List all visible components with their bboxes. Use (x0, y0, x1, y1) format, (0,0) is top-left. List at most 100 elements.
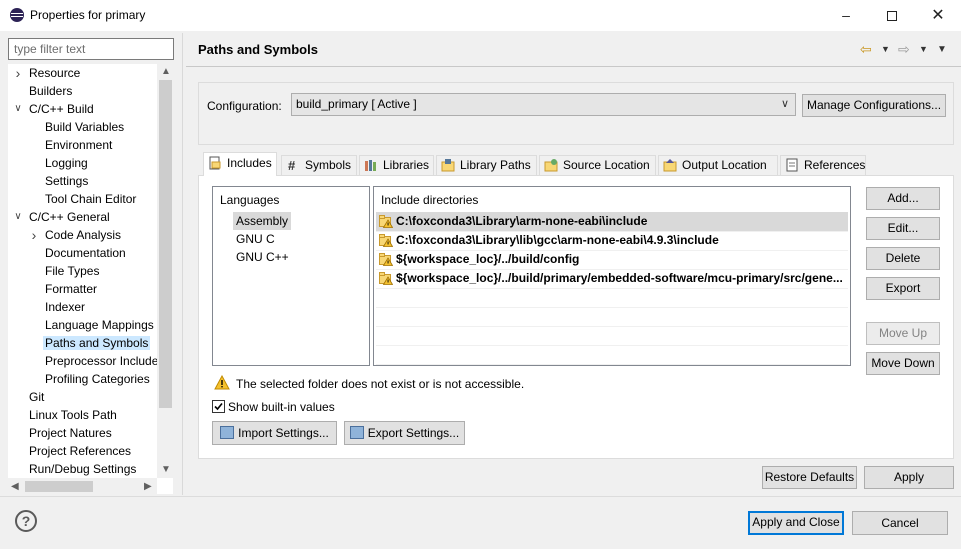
restore-defaults-button[interactable]: Restore Defaults (762, 466, 857, 489)
tree-item[interactable]: Indexer (45, 298, 85, 316)
tab-libraries[interactable]: Libraries (359, 155, 434, 175)
delete-button[interactable]: Delete (866, 247, 940, 270)
tree-item-label: Git (29, 390, 45, 404)
export-settings-button[interactable]: Export Settings... (344, 421, 465, 445)
chevron-right-icon[interactable]: › (13, 64, 23, 82)
tree-item[interactable]: Settings (45, 172, 88, 190)
tree-vertical-scroll-thumb[interactable] (159, 80, 172, 408)
configuration-combo[interactable]: build_primary [ Active ] ∨ (291, 93, 796, 116)
tab-library-paths[interactable]: Library Paths (436, 155, 537, 175)
tree-item-label: Builders (29, 84, 73, 98)
tab-source-location[interactable]: Source Location (539, 155, 656, 175)
scroll-up-icon[interactable]: ▲ (161, 66, 171, 77)
view-menu-icon[interactable]: ▼ (937, 44, 947, 55)
chevron-down-icon[interactable]: ∨ (13, 208, 23, 226)
tree-item-label: Logging (45, 156, 88, 170)
tree-item[interactable]: Tool Chain Editor (45, 190, 136, 208)
tree-item-label: Indexer (45, 300, 86, 314)
tree-item[interactable]: ∨ C/C++ General (14, 208, 109, 226)
folder-warning-icon (379, 233, 394, 247)
scroll-down-icon[interactable]: ▼ (161, 464, 171, 475)
pane-divider[interactable] (182, 33, 183, 495)
row-gridline (376, 326, 848, 327)
tree-item[interactable]: File Types (45, 262, 99, 280)
tree-item[interactable]: Build Variables (45, 118, 124, 136)
manage-configurations-button[interactable]: Manage Configurations... (802, 94, 946, 117)
tree-item[interactable]: Git (29, 388, 44, 406)
tree-item[interactable]: Language Mappings (45, 316, 154, 334)
cancel-button[interactable]: Cancel (852, 511, 948, 535)
tab-symbols[interactable]: # Symbols (281, 155, 357, 175)
show-builtin-checkbox[interactable] (212, 400, 225, 413)
tree-item-label: Documentation (45, 246, 126, 260)
language-item[interactable]: Assembly (233, 212, 292, 230)
include-directories-list[interactable]: Include directories C:\foxconda3\Library… (373, 186, 851, 366)
tree-horizontal-scroll-thumb[interactable] (25, 481, 93, 492)
row-gridline (376, 288, 848, 289)
tab-references[interactable]: References (780, 155, 866, 175)
back-menu-chevron-icon[interactable]: ▼ (881, 44, 890, 54)
help-icon[interactable]: ? (15, 510, 37, 532)
language-item[interactable]: GNU C++ (233, 248, 292, 266)
tree-item[interactable]: › Resource (16, 64, 81, 82)
back-arrow-icon[interactable]: ⇦ (860, 41, 872, 58)
include-directory-row[interactable]: C:\foxconda3\Library\lib\gcc\arm-none-ea… (376, 231, 848, 250)
folder-warning-icon (379, 252, 394, 266)
chevron-right-icon[interactable]: › (29, 226, 39, 244)
configuration-label: Configuration: (207, 99, 282, 113)
export-button[interactable]: Export (866, 277, 940, 300)
tree-item[interactable]: ∨ C/C++ Build (14, 100, 93, 118)
apply-and-close-button[interactable]: Apply and Close (748, 511, 844, 535)
scroll-left-icon[interactable]: ◀ (11, 481, 19, 492)
minimize-icon[interactable]: – (823, 0, 869, 31)
tree-item[interactable]: Paths and Symbols (43, 334, 151, 352)
tab-output-location[interactable]: Output Location (658, 155, 778, 175)
maximize-icon[interactable] (869, 0, 915, 31)
tree-item[interactable]: Preprocessor Include (45, 352, 158, 370)
window-title: Properties for primary (30, 8, 146, 22)
tree-item-label: Language Mappings (45, 318, 154, 332)
close-icon[interactable]: ✕ (915, 0, 961, 31)
tree-item[interactable]: Linux Tools Path (29, 406, 117, 424)
hash-icon: # (286, 158, 300, 173)
forward-menu-chevron-icon[interactable]: ▼ (919, 44, 928, 54)
tree-item[interactable]: Project Natures (29, 424, 112, 442)
tree-item[interactable]: Profiling Categories (45, 370, 150, 388)
tree-item[interactable]: Environment (45, 136, 112, 154)
tab-includes[interactable]: Includes (203, 152, 277, 176)
tree-item[interactable]: Documentation (45, 244, 126, 262)
tree-item-label: Formatter (45, 282, 98, 296)
include-directory-row[interactable]: ${workspace_loc}/../build/primary/embedd… (376, 269, 848, 288)
tree-item-label: Project Natures (29, 426, 112, 440)
output-location-icon (663, 158, 677, 172)
include-directory-row[interactable]: ${workspace_loc}/../build/config (376, 250, 848, 269)
row-gridline (376, 269, 848, 270)
row-gridline (376, 364, 848, 365)
page-title: Paths and Symbols (198, 42, 318, 57)
tree-item[interactable]: › Code Analysis (32, 226, 121, 244)
add-button[interactable]: Add... (866, 187, 940, 210)
tree-item[interactable]: Logging (45, 154, 88, 172)
tree-item[interactable]: Run/Debug Settings (29, 460, 136, 478)
move-down-button[interactable]: Move Down (866, 352, 940, 375)
tree-item[interactable]: Formatter (45, 280, 97, 298)
tree-item-label: File Types (45, 264, 100, 278)
apply-button[interactable]: Apply (864, 466, 954, 489)
filter-input[interactable]: type filter text (8, 38, 174, 60)
chevron-down-icon: ∨ (780, 98, 789, 110)
languages-list[interactable]: Languages Assembly GNU C GNU C++ (212, 186, 370, 366)
tree-item[interactable]: Project References (29, 442, 131, 460)
import-settings-button[interactable]: Import Settings... (212, 421, 337, 445)
include-directory-path: C:\foxconda3\Library\lib\gcc\arm-none-ea… (396, 233, 719, 247)
tree-item[interactable]: Builders (29, 82, 72, 100)
edit-button[interactable]: Edit... (866, 217, 940, 240)
move-up-button[interactable]: Move Up (866, 322, 940, 345)
import-icon (220, 426, 235, 439)
chevron-down-icon[interactable]: ∨ (13, 100, 23, 118)
include-directory-row[interactable]: C:\foxconda3\Library\arm-none-eabi\inclu… (376, 212, 848, 231)
forward-arrow-icon[interactable]: ⇨ (898, 41, 910, 58)
language-item[interactable]: GNU C (233, 230, 278, 248)
tree-item-label: Paths and Symbols (43, 336, 151, 350)
tree-item-label: Preprocessor Include (45, 354, 159, 368)
scroll-right-icon[interactable]: ▶ (144, 481, 152, 492)
